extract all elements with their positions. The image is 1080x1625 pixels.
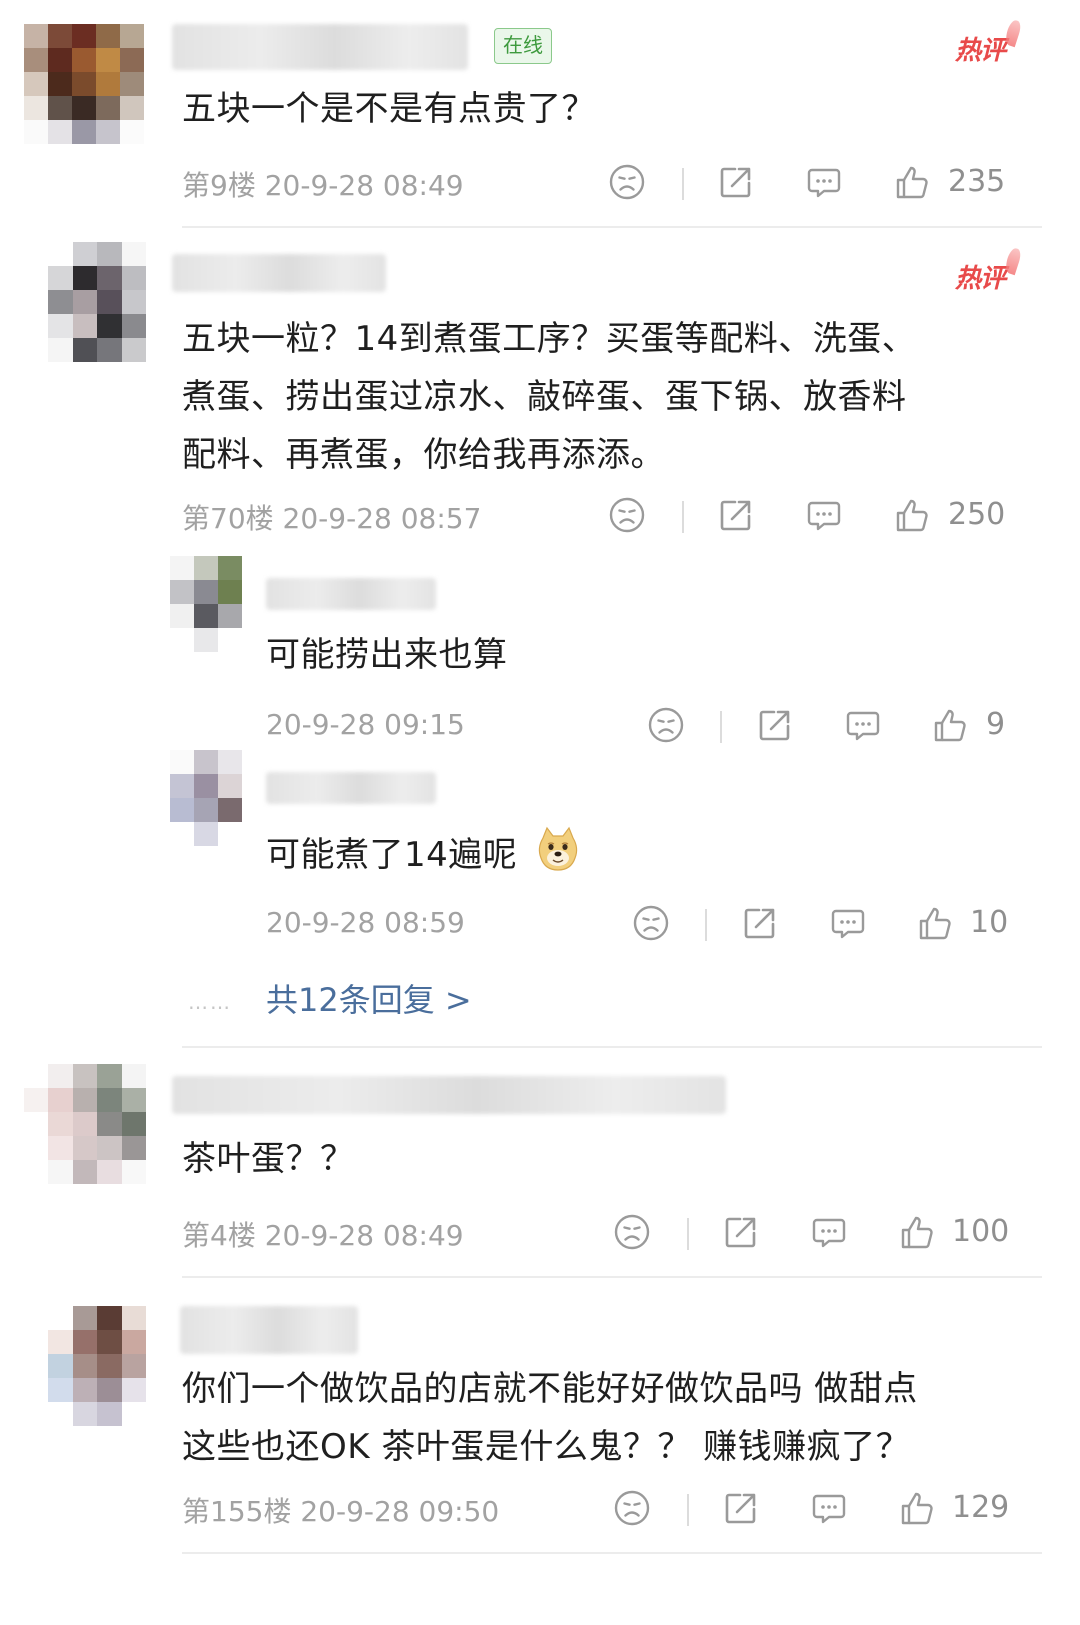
username[interactable]	[266, 578, 436, 610]
sad-face-icon[interactable]	[607, 162, 647, 202]
reply-text: 可能捞出来也算	[266, 635, 508, 675]
sad-face-icon[interactable]	[646, 705, 686, 745]
sad-face-icon[interactable]	[607, 495, 647, 535]
avatar[interactable]	[170, 750, 242, 846]
username[interactable]	[172, 254, 386, 292]
comment-actions: 250	[0, 495, 1080, 539]
comment-text: 五块一个是不是有点贵了？	[182, 89, 596, 129]
avatar[interactable]	[24, 1064, 146, 1184]
like-count: 250	[948, 497, 1006, 532]
like-count: 9	[986, 707, 1006, 742]
share-icon[interactable]	[755, 705, 795, 745]
thumbs-up-icon[interactable]	[898, 1488, 938, 1528]
sad-face-icon[interactable]	[612, 1212, 652, 1252]
comment-icon[interactable]	[804, 162, 844, 202]
divider	[182, 1552, 1042, 1554]
comment-actions: 129	[0, 1488, 1080, 1532]
like-count: 129	[952, 1490, 1010, 1525]
hot-comment-badge: 热评	[955, 246, 1023, 295]
doge-emoji	[538, 826, 577, 871]
reply-text: 可能煮了14遍呢	[266, 824, 583, 884]
comment-actions: 235	[0, 162, 1080, 206]
comment-icon[interactable]	[804, 495, 844, 535]
avatar[interactable]	[48, 1306, 146, 1426]
username[interactable]	[266, 772, 436, 804]
share-icon[interactable]	[740, 903, 780, 943]
username[interactable]	[172, 24, 468, 70]
thumbs-up-icon[interactable]	[916, 903, 956, 943]
like-count: 235	[948, 164, 1006, 199]
flame-icon	[1003, 18, 1023, 48]
hot-comment-badge: 热评	[955, 18, 1023, 67]
comment-icon[interactable]	[809, 1212, 849, 1252]
divider	[182, 1276, 1042, 1278]
comment-text: 五块一粒？14到煮蛋工序？买蛋等配料、洗蛋、 煮蛋、捞出蛋过凉水、敲碎蛋、蛋下锅…	[182, 319, 917, 475]
flame-icon	[1003, 246, 1023, 276]
comment-icon[interactable]	[843, 705, 883, 745]
sad-face-icon[interactable]	[612, 1488, 652, 1528]
divider	[705, 909, 707, 941]
avatar[interactable]	[24, 24, 144, 144]
share-icon[interactable]	[721, 1488, 761, 1528]
divider	[687, 1218, 689, 1250]
more-dots: ……	[188, 990, 232, 1014]
share-icon[interactable]	[716, 162, 756, 202]
share-icon[interactable]	[721, 1212, 761, 1252]
thumbs-up-icon[interactable]	[893, 162, 933, 202]
avatar[interactable]	[48, 242, 146, 362]
comment-icon[interactable]	[828, 903, 868, 943]
thumbs-up-icon[interactable]	[898, 1212, 938, 1252]
reply-actions: 10	[0, 903, 1080, 947]
divider	[682, 501, 684, 533]
thumbs-up-icon[interactable]	[893, 495, 933, 535]
avatar[interactable]	[170, 556, 242, 652]
like-count: 10	[970, 905, 1009, 940]
sad-face-icon[interactable]	[631, 903, 671, 943]
thumbs-up-icon[interactable]	[931, 705, 971, 745]
username[interactable]	[172, 1076, 726, 1114]
divider	[682, 168, 684, 200]
like-count: 100	[952, 1214, 1010, 1249]
divider	[687, 1494, 689, 1526]
username[interactable]	[180, 1306, 358, 1354]
comment-icon[interactable]	[809, 1488, 849, 1528]
share-icon[interactable]	[716, 495, 756, 535]
view-all-replies-link[interactable]: 共12条回复 >	[266, 975, 472, 1021]
comment-actions: 100	[0, 1212, 1080, 1256]
divider	[182, 226, 1042, 228]
divider	[182, 1046, 1042, 1048]
online-badge: 在线	[494, 28, 552, 64]
divider	[720, 711, 722, 743]
comment-text: 茶叶蛋？？	[182, 1139, 355, 1179]
reply-actions: 9	[0, 705, 1080, 749]
comment-text: 你们一个做饮品的店就不能好好做饮品吗 做甜点 这些也还OK 茶叶蛋是什么鬼？？ …	[182, 1369, 918, 1467]
